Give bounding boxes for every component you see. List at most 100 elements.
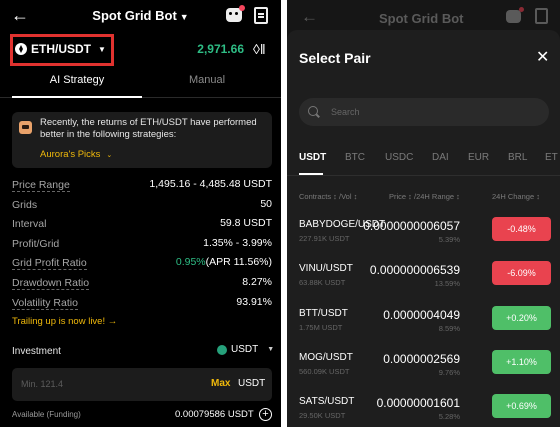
pair-price: 0.000000006539	[369, 263, 460, 277]
search-icon	[308, 106, 318, 116]
active-tab-indicator	[12, 96, 142, 98]
bot-icon	[506, 7, 524, 23]
chevron-down-icon: ▼	[179, 12, 189, 22]
change-header[interactable]: 24H Change ↕	[492, 192, 540, 201]
pair-volume: 63.88K USDT	[299, 278, 346, 287]
tab-dai[interactable]: DAI	[432, 152, 449, 163]
pair-volume: 560.09K USDT	[299, 367, 350, 376]
stat-label[interactable]: Grid Profit Ratio	[12, 257, 87, 271]
back-arrow-icon: ←	[301, 7, 318, 26]
stat-row: Interval 59.8 USDT	[12, 217, 272, 237]
chart-settings-icon[interactable]: ◊‖	[253, 41, 266, 57]
stat-value: 50	[260, 197, 272, 210]
aurora-avatar-icon	[19, 121, 32, 134]
strategy-notice: Recently, the returns of ETH/USDT have p…	[12, 112, 272, 168]
pair-range: 8.59%	[438, 324, 460, 333]
pair-symbol: SATS/USDT	[299, 396, 355, 407]
stat-row: Grid Profit Ratio 0.95%(APR 11.56%)	[12, 256, 272, 276]
close-icon[interactable]: ✕	[536, 47, 549, 67]
tab-manual[interactable]: Manual	[142, 74, 272, 86]
stat-value: 93.91%	[236, 295, 272, 308]
change-badge: -6.09%	[492, 261, 551, 285]
stat-label: Grids	[12, 198, 38, 211]
background-title: Spot Grid Bot	[379, 11, 464, 26]
notification-dot	[239, 5, 245, 11]
stat-value: 8.27%	[242, 275, 272, 288]
usdt-icon	[217, 344, 227, 355]
max-button[interactable]: Max	[211, 378, 230, 389]
price-header[interactable]: Price ↕ /24H Range ↕	[389, 192, 460, 201]
tab-usdt[interactable]: USDT	[299, 152, 326, 163]
tab-brl[interactable]: BRL	[508, 152, 527, 163]
stat-label: Profit/Grid	[12, 237, 60, 250]
stat-label: Interval	[12, 218, 47, 231]
available-label: Available (Funding)	[12, 410, 81, 419]
change-badge: -0.48%	[492, 217, 551, 241]
chevron-down-icon: ⌄	[106, 152, 113, 159]
tab-usdc[interactable]: USDC	[385, 152, 413, 163]
stat-label[interactable]: Price Range	[12, 179, 70, 192]
bot-icon[interactable]	[226, 5, 245, 22]
document-icon	[535, 8, 548, 24]
investment-unit: USDT	[238, 378, 266, 389]
add-funds-icon[interactable]: +	[259, 408, 272, 421]
select-pair-sheet: Select Pair ✕ Search USDT BTC USDC DAI E…	[287, 30, 560, 427]
pair-symbol: MOG/USDT	[299, 352, 353, 363]
strategy-stats: Price Range 1,495.16 - 4,485.48 USDT Grid…	[12, 178, 272, 315]
pair-price: 0.00000001601	[376, 396, 460, 410]
trailing-up-link[interactable]: Trailing up is now live! →	[12, 316, 117, 327]
list-item[interactable]: VINU/USDT 63.88K USDT 0.000000006539 13.…	[287, 261, 560, 307]
stat-row: Volatility Ratio 93.91%	[12, 296, 272, 316]
stat-value: 1.35% - 3.99%	[203, 236, 272, 249]
pair-volume: 1.75M USDT	[299, 323, 343, 332]
pair-range: 5.39%	[438, 235, 460, 244]
pair-range: 13.59%	[434, 279, 460, 288]
contracts-header[interactable]: Contracts ↕ /Vol ↕	[299, 192, 357, 201]
header: ← Spot Grid Bot ▼	[0, 0, 281, 34]
pair-label: ETH/USDT	[31, 42, 91, 56]
aurora-picks-label: Aurora's Picks	[40, 149, 101, 160]
chevron-down-icon: ▼	[267, 346, 275, 353]
quote-tabs: USDT BTC USDC DAI EUR BRL ET	[287, 148, 560, 176]
stat-row: Profit/Grid 1.35% - 3.99%	[12, 237, 272, 257]
pair-volume: 227.91K USDT	[299, 234, 350, 243]
stat-value: 1,495.16 - 4,485.48 USDT	[149, 178, 272, 190]
pair-price: 0.0000000006057	[363, 219, 460, 233]
tab-ai-strategy[interactable]: AI Strategy	[12, 74, 142, 86]
pair-selector[interactable]: ETH/USDT ▼	[15, 42, 106, 56]
list-item[interactable]: MOG/USDT 560.09K USDT 0.0000002569 9.76%…	[287, 350, 560, 396]
search-placeholder: Search	[331, 107, 360, 117]
investment-input[interactable]: Min. 121.4 Max USDT	[12, 368, 272, 401]
stat-row: Price Range 1,495.16 - 4,485.48 USDT	[12, 178, 272, 198]
stat-label[interactable]: Drawdown Ratio	[12, 277, 90, 290]
pair-price: 0.0000002569	[383, 352, 460, 366]
list-item[interactable]: BABYDOGE/USDT 227.91K USDT 0.00000000060…	[287, 217, 560, 263]
page-title-label: Spot Grid Bot	[92, 8, 177, 23]
pair-price: 0.0000004049	[383, 308, 460, 322]
current-price: 2,971.66	[197, 42, 244, 56]
change-badge: +0.69%	[492, 394, 551, 418]
notice-text: Recently, the returns of ETH/USDT have p…	[40, 117, 257, 140]
stat-row: Grids 50	[12, 198, 272, 218]
chevron-down-icon: ▼	[98, 44, 106, 54]
search-input[interactable]: Search	[299, 98, 549, 126]
document-icon[interactable]	[254, 7, 268, 24]
investment-label: Investment	[12, 346, 61, 357]
stat-value: 0.95%(APR 11.56%)	[176, 256, 272, 268]
tab-eur[interactable]: EUR	[468, 152, 489, 163]
pair-symbol: VINU/USDT	[299, 263, 353, 274]
investment-currency-selector[interactable]: USDT ▼	[217, 344, 274, 355]
tab-eth[interactable]: ET	[545, 152, 558, 163]
apr-value: (APR 11.56%)	[205, 256, 272, 269]
available-value: 0.00079586 USDT	[175, 409, 254, 420]
tab-btc[interactable]: BTC	[345, 152, 365, 163]
list-item[interactable]: BTT/USDT 1.75M USDT 0.0000004049 8.59% +…	[287, 306, 560, 352]
aurora-picks-link[interactable]: Aurora's Picks ⌄	[40, 149, 112, 160]
pair-symbol: BTT/USDT	[299, 308, 348, 319]
grid-profit-value: 0.95%	[175, 256, 206, 269]
spot-grid-screen: ← Spot Grid Bot ▼ ETH/USDT ▼ 2,971.66 ◊‖ …	[0, 0, 281, 427]
investment-placeholder: Min. 121.4	[21, 379, 64, 389]
select-pair-screen: ← Spot Grid Bot Select Pair ✕ Search USD…	[287, 0, 560, 427]
list-item[interactable]: SATS/USDT 29.50K USDT 0.00000001601 5.28…	[287, 394, 560, 427]
stat-label[interactable]: Volatility Ratio	[12, 297, 78, 310]
